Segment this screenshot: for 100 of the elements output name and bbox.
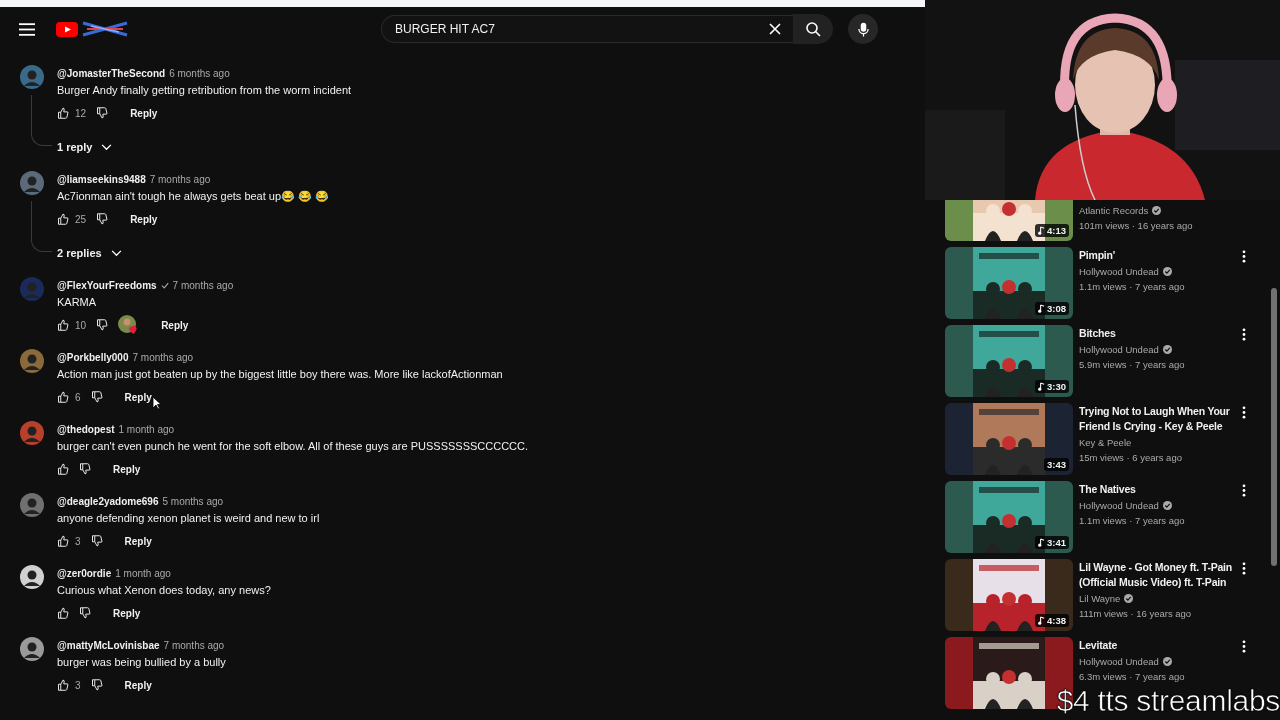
microphone-icon [857, 21, 869, 37]
replies-toggle[interactable]: 1 reply [57, 135, 113, 159]
like-count: 25 [75, 213, 87, 225]
avatar[interactable] [20, 565, 44, 589]
channel-name[interactable]: Atlantic Records [1079, 204, 1149, 216]
chevron-down-icon [101, 143, 113, 151]
video-title[interactable]: Bitches [1079, 326, 1239, 341]
reply-button[interactable]: Reply [125, 103, 163, 123]
reply-button[interactable]: Reply [119, 531, 157, 551]
duration-text: 3:30 [1047, 381, 1066, 392]
comment-text: Burger Andy finally getting retribution from the worm incident [57, 83, 352, 98]
mouse-cursor-icon [152, 396, 162, 410]
duration-text: 3:41 [1047, 537, 1066, 548]
thread-line [31, 201, 52, 252]
comment-text: anyone defending xenon planet is weird and new to irl [57, 511, 320, 526]
close-icon[interactable] [769, 23, 781, 35]
reply-button[interactable]: Reply [125, 209, 163, 229]
thumbs-up-icon[interactable] [57, 107, 69, 119]
comment-author[interactable]: @thedopest [57, 423, 115, 435]
more-icon[interactable] [1242, 328, 1246, 341]
scribble-drawing [81, 21, 129, 37]
duration-text: 3:08 [1047, 303, 1066, 314]
search-button[interactable] [793, 14, 833, 44]
video-meta: 1.1m views · 7 years ago [1079, 514, 1186, 528]
thumbs-down-icon[interactable] [96, 319, 109, 331]
channel-name[interactable]: Hollywood Undead [1079, 499, 1159, 511]
thumbs-down-icon[interactable] [79, 607, 91, 619]
comment-time: 7 months ago [172, 279, 234, 291]
channel-name[interactable]: Lil Wayne [1079, 592, 1121, 604]
avatar[interactable] [20, 637, 44, 661]
duration-text: 4:38 [1047, 615, 1066, 626]
video-meta: 6.3m views · 7 years ago [1079, 670, 1186, 684]
comment-time: 7 months ago [132, 351, 194, 363]
microphone-button[interactable] [848, 14, 878, 44]
scrollbar[interactable] [1271, 288, 1277, 566]
more-icon[interactable] [1242, 406, 1246, 419]
like-count: 6 [75, 391, 81, 403]
video-meta: 111m views · 16 years ago [1079, 607, 1193, 621]
thumbs-up-icon[interactable] [57, 391, 69, 403]
thumbs-up-icon[interactable] [57, 213, 69, 225]
video-meta: 1.1m views · 7 years ago [1079, 280, 1186, 294]
play-logo-icon[interactable] [56, 21, 78, 37]
thumbs-down-icon[interactable] [90, 535, 103, 547]
chevron-down-icon [110, 249, 122, 257]
comment-author[interactable]: @deagle2yadome696 [57, 495, 159, 507]
comment-time: 1 month ago [115, 567, 171, 579]
video-meta: 5.9m views · 7 years ago [1079, 358, 1186, 372]
more-icon[interactable] [1242, 250, 1246, 263]
comment-time: 6 months ago [169, 67, 230, 79]
video-title[interactable]: The Natives [1079, 482, 1239, 497]
video-meta: 15m views · 6 years ago [1079, 451, 1183, 465]
thumbs-up-icon[interactable] [57, 679, 69, 691]
comment-time: 7 months ago [149, 173, 211, 185]
comment-author[interactable]: @mattyMcLovinisbae [57, 639, 160, 651]
comment-time: 1 month ago [118, 423, 175, 435]
channel-name[interactable]: Hollywood Undead [1079, 265, 1159, 277]
thumbs-up-icon[interactable] [57, 463, 69, 475]
more-icon[interactable] [1242, 484, 1246, 497]
thumbs-down-icon[interactable] [96, 107, 109, 119]
thumbs-down-icon[interactable] [90, 391, 103, 403]
replies-toggle[interactable]: 2 replies [57, 241, 122, 265]
thumbs-down-icon[interactable] [79, 463, 91, 475]
thumbs-up-icon[interactable] [57, 319, 69, 331]
channel-name[interactable]: Key & Peele [1079, 436, 1132, 448]
thumbs-up-icon[interactable] [57, 607, 69, 619]
like-count: 3 [75, 679, 81, 691]
thumbs-down-icon[interactable] [90, 679, 103, 691]
comment-text: burger can't even punch he went for the soft elbow. All of these guys are PUSSSSSSSCCCCCC. [57, 439, 529, 454]
comment-author[interactable]: @JomasterTheSecond [57, 67, 166, 79]
like-count: 3 [75, 535, 81, 547]
video-title[interactable]: Pimpin' [1079, 248, 1239, 263]
duration-text: 3:43 [1047, 459, 1066, 470]
comment-author[interactable]: @FlexYourFreedoms [57, 279, 157, 291]
comment-text: burger was being bullied by a bully [57, 655, 226, 670]
thumbs-down-icon[interactable] [96, 213, 109, 225]
comment-text: Ac7ionman ain't tough he always gets beat up😂 😂 😂 [57, 189, 330, 204]
more-icon[interactable] [1242, 562, 1246, 575]
search-field[interactable]: BURGER HIT AC7 [381, 15, 793, 43]
comment-time: 5 months ago [162, 495, 224, 507]
reply-button[interactable]: Reply [108, 603, 146, 623]
reply-button[interactable]: Reply [156, 315, 194, 335]
video-title[interactable]: Levitate [1079, 638, 1239, 653]
duration-text: 4:13 [1047, 225, 1066, 236]
video-title[interactable]: Trying Not to Laugh When Your Friend Is Crying - Key & Peele [1079, 404, 1239, 434]
comment-text: KARMA [57, 295, 98, 310]
comment-time: 7 months ago [163, 639, 225, 651]
channel-name[interactable]: Hollywood Undead [1079, 343, 1159, 355]
like-count: 12 [75, 107, 87, 119]
channel-name[interactable]: Hollywood Undead [1079, 655, 1159, 667]
more-icon[interactable] [1242, 640, 1246, 653]
menu-icon[interactable] [19, 22, 35, 36]
search-icon [805, 21, 821, 37]
reply-button[interactable]: Reply [119, 675, 157, 695]
comment-author[interactable]: @zer0ordie [57, 567, 112, 579]
thumbs-up-icon[interactable] [57, 535, 69, 547]
comment-author[interactable]: @liamseekins9488 [57, 173, 146, 185]
reply-button[interactable]: Reply [108, 459, 146, 479]
video-title[interactable]: Lil Wayne - Got Money ft. T-Pain (Official Music Video) ft. T-Pain [1079, 560, 1239, 590]
thread-line [31, 95, 52, 146]
comment-author[interactable]: @Porkbelly000 [57, 351, 129, 363]
